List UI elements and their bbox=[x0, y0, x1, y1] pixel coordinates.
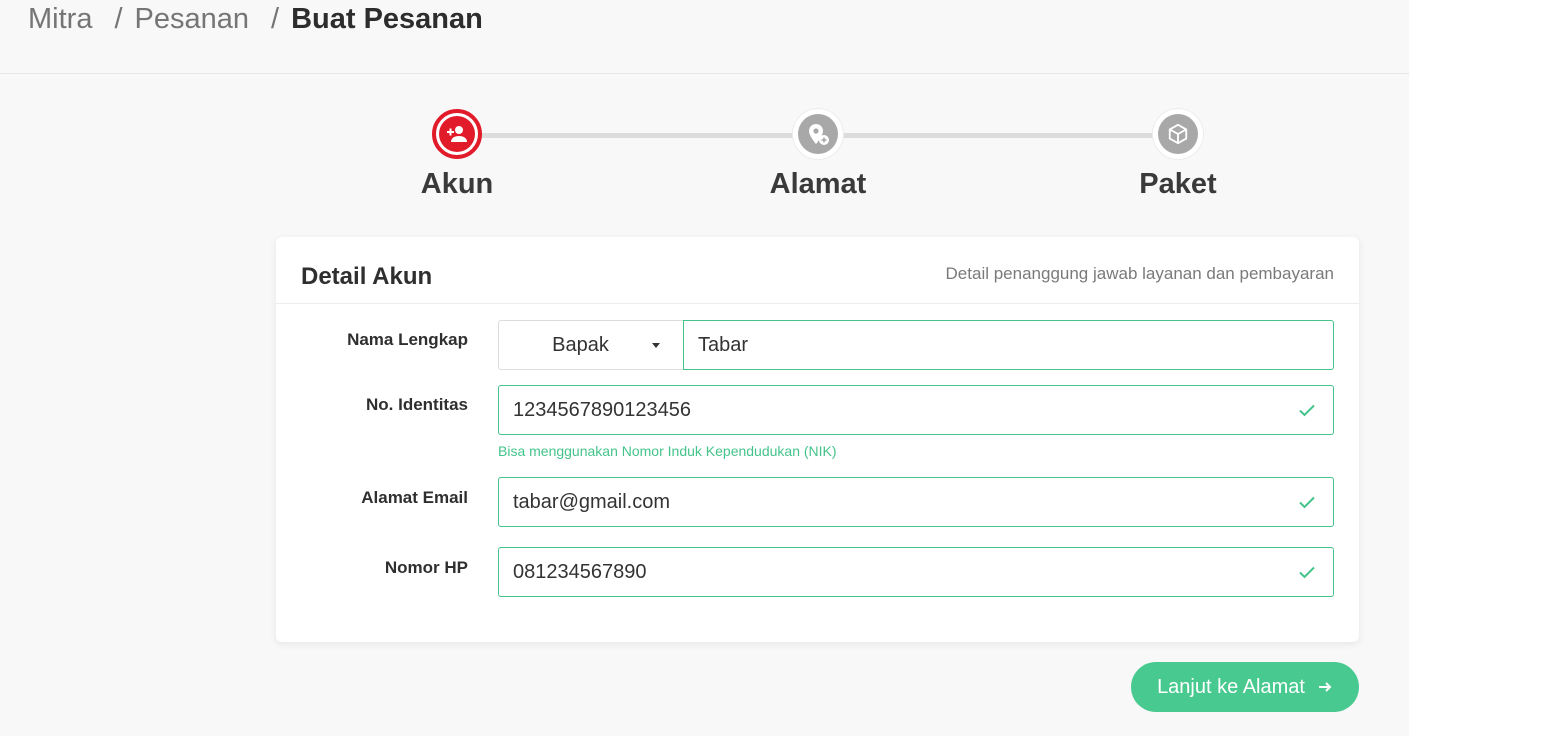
breadcrumb-item-mitra[interactable]: Mitra bbox=[28, 3, 92, 36]
identity-value: 1234567890123456 bbox=[513, 398, 691, 421]
breadcrumb: Mitra / Pesanan / Buat Pesanan bbox=[28, 2, 483, 36]
card-title: Detail Akun bbox=[301, 263, 433, 290]
check-icon bbox=[1299, 496, 1315, 509]
identity-label: No. Identitas bbox=[365, 395, 468, 414]
salutation-select[interactable]: Bapak bbox=[498, 320, 684, 370]
email-label: Alamat Email bbox=[361, 488, 468, 507]
card-divider bbox=[276, 303, 1359, 304]
next-to-address-button[interactable]: Lanjut ke Alamat bbox=[1131, 662, 1359, 712]
page: Mitra / Pesanan / Buat Pesanan Akun Alam… bbox=[0, 0, 1409, 736]
caret-down-icon bbox=[652, 343, 660, 348]
full-name-value: Tabar bbox=[698, 333, 749, 356]
step-alamat[interactable] bbox=[793, 109, 843, 159]
header-divider bbox=[0, 73, 1409, 74]
account-detail-card: Detail Akun Detail penanggung jawab laya… bbox=[276, 237, 1359, 642]
step-label-alamat: Alamat bbox=[769, 168, 867, 200]
step-connector bbox=[480, 133, 796, 138]
breadcrumb-item-pesanan[interactable]: Pesanan bbox=[135, 3, 250, 36]
map-pin-plus-icon bbox=[798, 114, 838, 154]
email-input[interactable]: tabar@gmail.com bbox=[498, 477, 1334, 527]
breadcrumb-item-current: Buat Pesanan bbox=[291, 2, 483, 35]
step-label-akun: Akun bbox=[420, 168, 494, 200]
phone-label: Nomor HP bbox=[384, 558, 468, 577]
breadcrumb-separator: / bbox=[114, 2, 123, 35]
step-akun[interactable] bbox=[432, 109, 482, 159]
phone-input[interactable]: 081234567890 bbox=[498, 547, 1334, 597]
full-name-label: Nama Lengkap bbox=[347, 330, 468, 349]
user-plus-icon bbox=[439, 116, 475, 152]
next-button-label: Lanjut ke Alamat bbox=[1157, 675, 1305, 698]
full-name-input[interactable]: Tabar bbox=[683, 320, 1334, 370]
arrow-right-icon bbox=[1318, 682, 1332, 692]
card-subtitle: Detail penanggung jawab layanan dan pemb… bbox=[945, 264, 1334, 283]
salutation-value: Bapak bbox=[552, 333, 609, 356]
check-icon bbox=[1299, 404, 1315, 417]
package-icon bbox=[1158, 114, 1198, 154]
step-connector bbox=[841, 133, 1157, 138]
step-label-paket: Paket bbox=[1139, 168, 1217, 200]
email-value: tabar@gmail.com bbox=[513, 490, 671, 513]
identity-input[interactable]: 1234567890123456 bbox=[498, 385, 1334, 435]
check-icon bbox=[1299, 566, 1315, 579]
identity-hint: Bisa menggunakan Nomor Induk Kependuduka… bbox=[498, 443, 837, 459]
breadcrumb-separator: / bbox=[271, 2, 280, 35]
phone-value: 081234567890 bbox=[513, 560, 647, 583]
step-paket[interactable] bbox=[1153, 109, 1203, 159]
